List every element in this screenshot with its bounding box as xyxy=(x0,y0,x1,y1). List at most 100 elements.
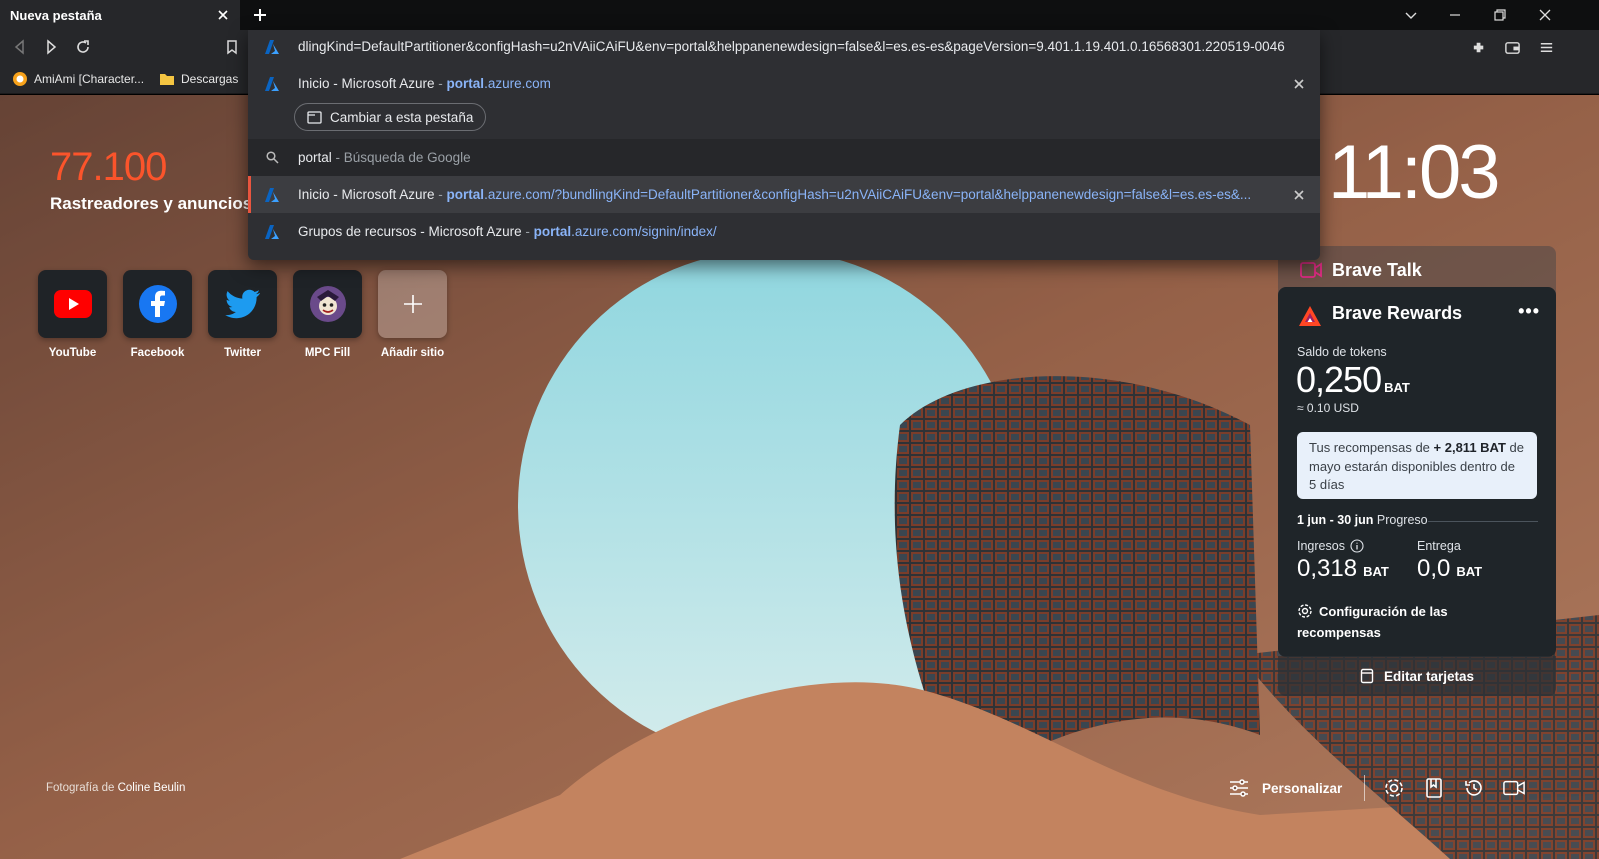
period-suffix: Progreso xyxy=(1373,513,1428,527)
suggestion-title: Grupos de recursos - Microsoft Azure xyxy=(298,224,522,239)
azure-icon xyxy=(265,188,279,202)
amiami-icon xyxy=(13,72,27,86)
ntp-footer-actions: Personalizar xyxy=(1228,775,1543,801)
balance-label: Saldo de tokens xyxy=(1297,345,1387,359)
address-input-text[interactable]: dlingKind=DefaultPartitioner&configHash=… xyxy=(298,39,1303,54)
info-icon[interactable] xyxy=(1350,539,1364,553)
suggestion-sep: - xyxy=(434,76,447,91)
suggestion-azure-home[interactable]: Inicio - Microsoft Azure - portal.azure.… xyxy=(248,64,1320,104)
site-name: Añadir sitio xyxy=(380,347,445,359)
suggestion-url: portal.azure.com/signin/index/ xyxy=(534,224,717,239)
switch-to-tab-button[interactable]: Cambiar a esta pestaña xyxy=(294,103,487,131)
close-window-icon[interactable] xyxy=(1537,7,1553,23)
credit-name[interactable]: Coline Beulin xyxy=(118,782,186,794)
suggestion-text: Inicio - Microsoft Azure - portal.azure.… xyxy=(298,76,551,91)
top-site-facebook[interactable]: Facebook xyxy=(123,270,192,359)
bookmark-page-icon[interactable] xyxy=(223,38,241,56)
period-range: 1 jun - 30 jun xyxy=(1297,513,1374,527)
suggestion-sep: - xyxy=(434,187,447,202)
delivery-value: 0,0 BAT xyxy=(1417,555,1482,583)
back-icon[interactable] xyxy=(11,38,29,56)
remove-suggestion-icon[interactable] xyxy=(1292,77,1306,91)
brave-rewards-card: Brave Rewards ••• Saldo de tokens 0,250 B… xyxy=(1278,287,1556,657)
folder-icon xyxy=(160,74,174,85)
bookmark-descargas[interactable]: Descargas xyxy=(159,71,238,87)
facebook-icon xyxy=(138,285,177,323)
settings-icon[interactable] xyxy=(1383,777,1405,799)
url-rest: .azure.com/signin/index/ xyxy=(571,224,717,239)
notice-pre: Tus recompensas de xyxy=(1309,440,1434,455)
site-tile[interactable] xyxy=(123,270,192,338)
edit-cards-button[interactable]: Editar tarjetas xyxy=(1278,656,1556,696)
top-sites: YouTube Facebook Twitter MPC Fill Añadir… xyxy=(38,270,447,359)
url-rest: .azure.com/?bundlingKind=DefaultPartitio… xyxy=(484,187,1252,202)
balance-amount: 0,250 xyxy=(1296,359,1382,400)
site-tile[interactable] xyxy=(293,270,362,338)
suggestion-text: portal - Búsqueda de Google xyxy=(298,150,471,165)
add-site[interactable]: Añadir sitio xyxy=(378,270,447,359)
browser-window: Nueva pestaña AmiAmi [Character... Desca… xyxy=(0,0,1599,859)
customize-button[interactable]: Personalizar xyxy=(1262,781,1342,796)
switch-tab-label: Cambiar a esta pestaña xyxy=(330,109,474,125)
suggestion-google-search[interactable]: portal - Búsqueda de Google xyxy=(248,139,1320,176)
close-tab-icon[interactable] xyxy=(216,8,230,22)
suggestion-resource-groups[interactable]: Grupos de recursos - Microsoft Azure - p… xyxy=(248,213,1320,250)
site-name: Facebook xyxy=(130,347,185,359)
suggestion-text: Inicio - Microsoft Azure - portal.azure.… xyxy=(298,187,1284,202)
suggestion-text: Grupos de recursos - Microsoft Azure - p… xyxy=(298,224,717,239)
site-tile[interactable] xyxy=(38,270,107,338)
address-bar[interactable]: dlingKind=DefaultPartitioner&configHash=… xyxy=(248,30,1320,64)
tab-search-chevron-icon[interactable] xyxy=(1403,7,1419,23)
minimize-icon[interactable] xyxy=(1447,7,1463,23)
rewards-settings-link[interactable]: Configuración de las recompensas xyxy=(1297,601,1517,643)
bookmark-label: Descargas xyxy=(181,72,239,86)
wallet-icon[interactable] xyxy=(1504,39,1521,56)
url-match: portal xyxy=(533,224,572,239)
suggestion-azure-home-full[interactable]: Inicio - Microsoft Azure - portal.azure.… xyxy=(248,176,1320,213)
remove-suggestion-icon[interactable] xyxy=(1292,188,1306,202)
delivery-unit: BAT xyxy=(1456,564,1483,579)
site-name: MPC Fill xyxy=(304,347,351,359)
search-desc: - Búsqueda de Google xyxy=(331,150,471,165)
top-site-youtube[interactable]: YouTube xyxy=(38,270,107,359)
tab-new-tab[interactable]: Nueva pestaña xyxy=(0,0,240,30)
delivery-label: Entrega xyxy=(1417,539,1461,553)
restore-icon[interactable] xyxy=(1492,7,1508,23)
brave-talk-icon[interactable] xyxy=(1503,777,1526,799)
income-value: 0,318 BAT xyxy=(1297,555,1389,583)
edit-cards-icon xyxy=(1360,668,1374,684)
rewards-title: Brave Rewards xyxy=(1332,303,1463,323)
top-site-twitter[interactable]: Twitter xyxy=(208,270,277,359)
reload-icon[interactable] xyxy=(74,38,92,56)
title-bar: Nueva pestaña xyxy=(0,0,1599,30)
income-label: Ingresos xyxy=(1297,539,1345,553)
url-rest: .azure.com xyxy=(484,76,551,91)
sliders-icon xyxy=(1230,779,1248,797)
azure-icon xyxy=(265,77,279,91)
divider xyxy=(1364,775,1366,801)
extensions-icon[interactable] xyxy=(1471,39,1488,56)
url-match: portal xyxy=(446,187,485,202)
menu-icon[interactable] xyxy=(1538,39,1555,56)
income-unit: BAT xyxy=(1363,564,1389,579)
history-icon[interactable] xyxy=(1463,777,1485,799)
bookmark-label: AmiAmi [Character... xyxy=(34,72,145,86)
credit-prefix: Fotografía de xyxy=(46,782,118,794)
new-tab-icon[interactable] xyxy=(252,7,268,23)
rewards-notice: Tus recompensas de + 2,811 BAT de mayo e… xyxy=(1297,432,1537,499)
forward-icon[interactable] xyxy=(42,38,60,56)
mpc-fill-icon xyxy=(309,286,346,322)
delivery-amount: 0,0 xyxy=(1417,555,1451,582)
suggestion-url: portal.azure.com xyxy=(447,76,551,91)
add-site-tile[interactable] xyxy=(378,270,447,338)
azure-icon xyxy=(265,40,279,54)
balance-usd: ≈ 0.10 USD xyxy=(1297,401,1359,415)
bookmark-amiami[interactable]: AmiAmi [Character... xyxy=(12,71,144,87)
site-tile[interactable] xyxy=(208,270,277,338)
photo-credit: Fotografía de Coline Beulin xyxy=(46,782,185,794)
rewards-menu-icon[interactable]: ••• xyxy=(1518,301,1540,322)
top-site-mpc-fill[interactable]: MPC Fill xyxy=(293,270,362,359)
balance-value: 0,250 BAT xyxy=(1296,359,1410,401)
bookmarks-icon[interactable] xyxy=(1423,777,1445,799)
bat-logo-icon xyxy=(1299,306,1321,326)
